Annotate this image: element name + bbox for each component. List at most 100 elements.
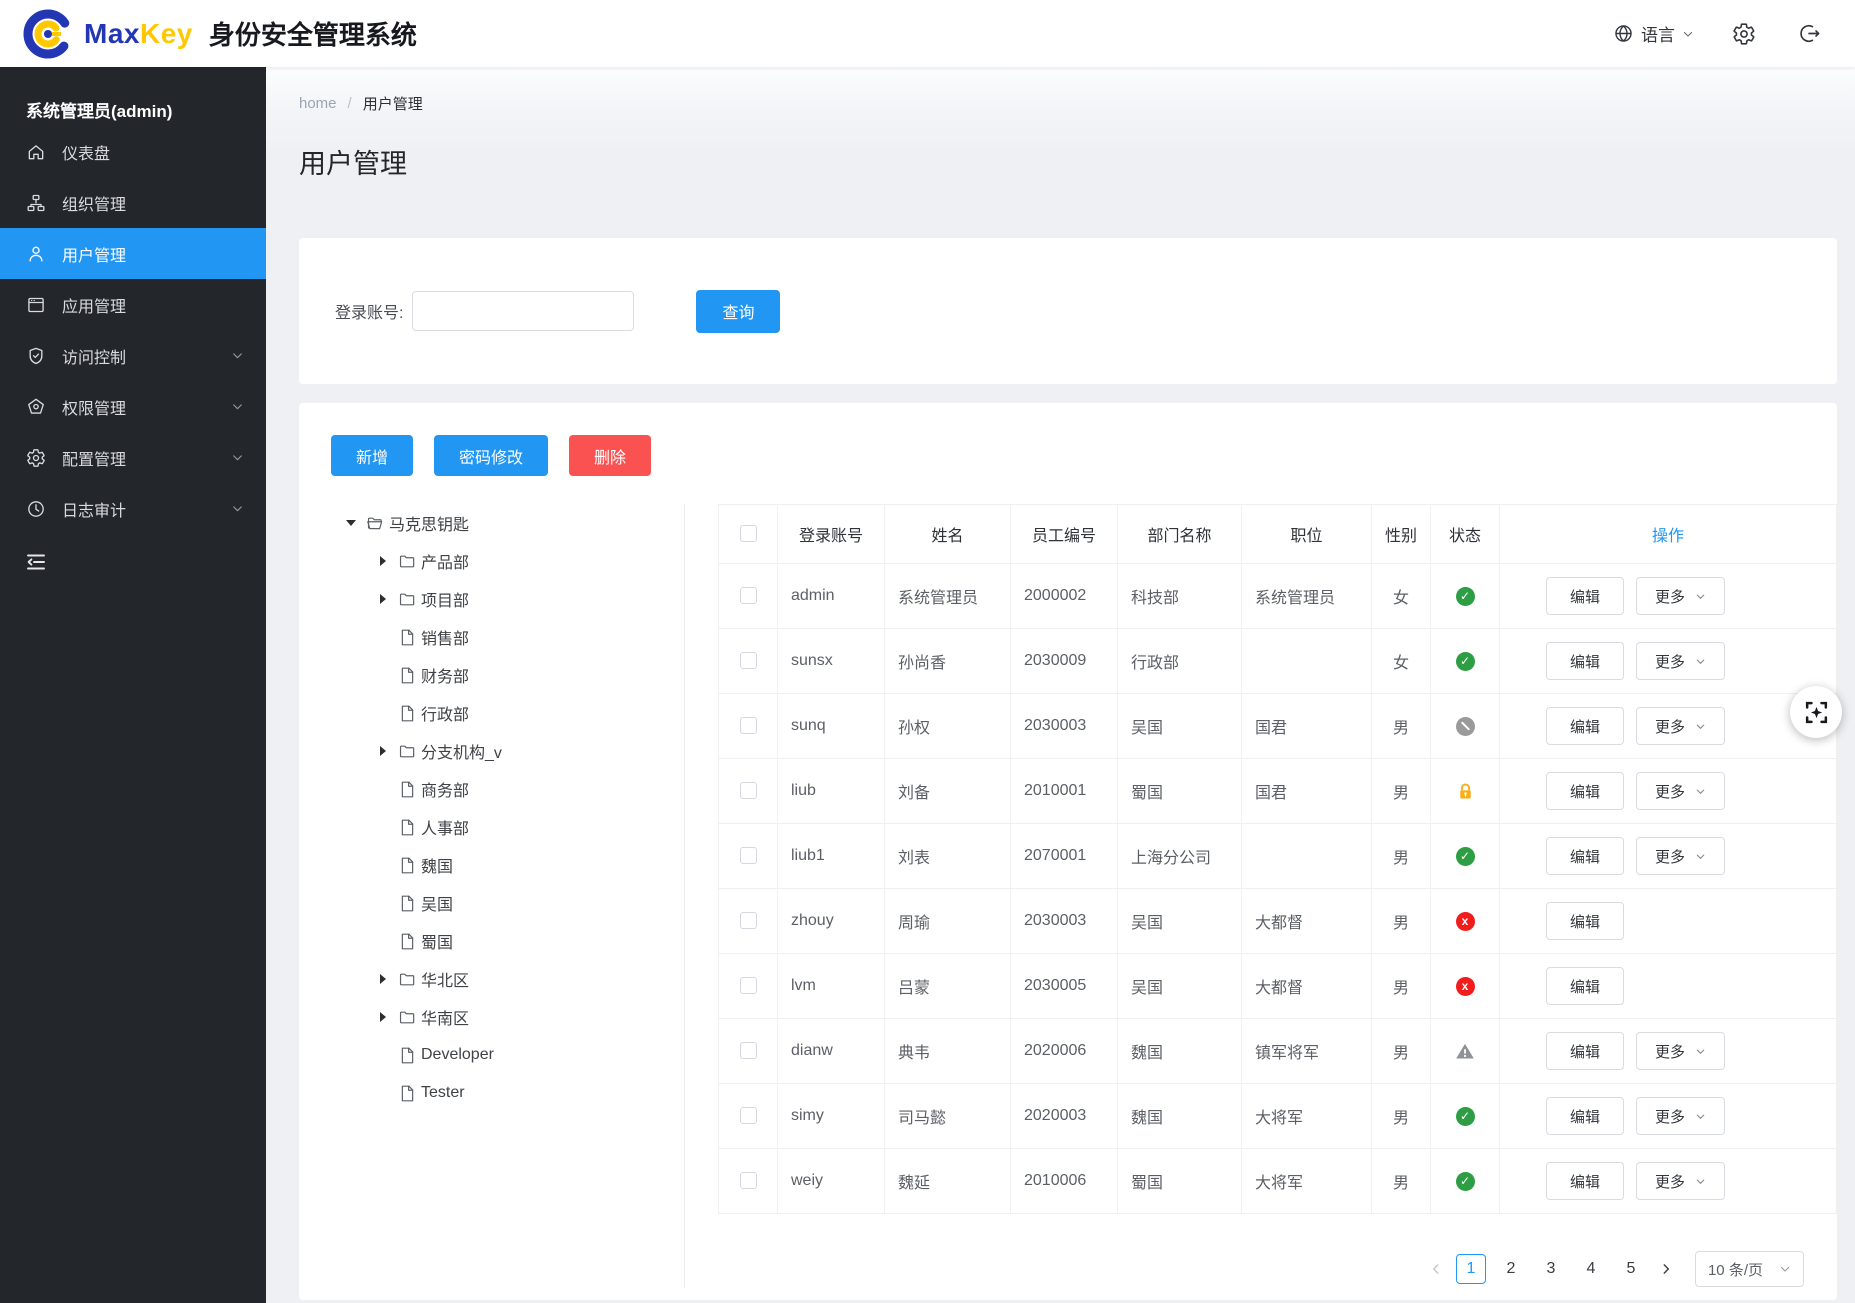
column-header-4: 部门名称 — [1118, 505, 1242, 564]
sidebar-item-apps[interactable]: 应用管理 — [0, 279, 266, 330]
logout-button[interactable] — [1794, 18, 1825, 49]
language-menu[interactable]: 语言 — [1613, 21, 1694, 46]
page-button-5[interactable]: 5 — [1616, 1254, 1646, 1284]
cell-department: 魏国 — [1118, 1084, 1242, 1149]
status-active-icon: ✓ — [1456, 847, 1475, 866]
sidebar-item-label: 日志审计 — [62, 497, 126, 521]
row-checkbox[interactable] — [740, 1172, 757, 1189]
cell-account: sunq — [778, 694, 885, 759]
sidebar-item-config[interactable]: 配置管理 — [0, 432, 266, 483]
tree-node[interactable]: 人事部 — [299, 808, 684, 846]
row-checkbox[interactable] — [740, 977, 757, 994]
sidebar-item-dashboard[interactable]: 仪表盘 — [0, 126, 266, 177]
row-checkbox[interactable] — [740, 847, 757, 864]
tree-node[interactable]: 马克思钥匙 — [299, 504, 684, 542]
search-panel: 登录账号: 查询 — [299, 238, 1837, 384]
status-deleted-icon: x — [1456, 977, 1475, 996]
edit-button[interactable]: 编辑 — [1546, 1097, 1624, 1135]
settings-button[interactable] — [1728, 18, 1760, 50]
sidebar-item-users[interactable]: 用户管理 — [0, 228, 266, 279]
row-checkbox[interactable] — [740, 782, 757, 799]
more-button[interactable]: 更多 — [1636, 1032, 1725, 1070]
edit-button[interactable]: 编辑 — [1546, 642, 1624, 680]
edit-button[interactable]: 编辑 — [1546, 967, 1624, 1005]
more-button[interactable]: 更多 — [1636, 772, 1725, 810]
tree-node[interactable]: 销售部 — [299, 618, 684, 656]
page-button-1[interactable]: 1 — [1456, 1254, 1486, 1284]
edit-button[interactable]: 编辑 — [1546, 1162, 1624, 1200]
table-area: 登录账号姓名员工编号部门名称职位性别状态操作 admin 系统管理员 20000… — [718, 504, 1837, 1288]
tree-node-label: 项目部 — [421, 587, 469, 611]
edit-button[interactable]: 编辑 — [1546, 837, 1624, 875]
page-button-2[interactable]: 2 — [1496, 1254, 1526, 1284]
edit-button[interactable]: 编辑 — [1546, 772, 1624, 810]
tree-node[interactable]: Developer — [299, 1036, 684, 1074]
tree-node[interactable]: 产品部 — [299, 542, 684, 580]
tree-node-label: 销售部 — [421, 625, 469, 649]
chevron-down-icon — [1695, 1176, 1706, 1187]
next-page-button[interactable] — [1651, 1262, 1681, 1276]
edit-button[interactable]: 编辑 — [1546, 1032, 1624, 1070]
tree-node[interactable]: Tester — [299, 1074, 684, 1112]
row-checkbox[interactable] — [740, 1107, 757, 1124]
more-button[interactable]: 更多 — [1636, 707, 1725, 745]
globe-icon — [1613, 23, 1634, 44]
edit-button[interactable]: 编辑 — [1546, 902, 1624, 940]
sidebar-item-permissions[interactable]: 权限管理 — [0, 381, 266, 432]
more-button[interactable]: 更多 — [1636, 837, 1725, 875]
file-icon — [398, 856, 417, 875]
cell-gender: 女 — [1372, 629, 1431, 694]
page-button-3[interactable]: 3 — [1536, 1254, 1566, 1284]
folder-icon — [398, 552, 417, 571]
row-checkbox[interactable] — [740, 1042, 757, 1059]
tree-node[interactable]: 行政部 — [299, 694, 684, 732]
edit-button[interactable]: 编辑 — [1546, 577, 1624, 615]
tree-node[interactable]: 财务部 — [299, 656, 684, 694]
page-button-4[interactable]: 4 — [1576, 1254, 1606, 1284]
tree-node[interactable]: 分支机构_v — [299, 732, 684, 770]
cell-gender: 男 — [1372, 1019, 1431, 1084]
app-header: MaxKey 身份安全管理系统 语言 — [0, 0, 1855, 67]
cell-position: 系统管理员 — [1242, 564, 1372, 629]
column-header-8[interactable]: 操作 — [1500, 505, 1837, 564]
sidebar-item-access-control[interactable]: 访问控制 — [0, 330, 266, 381]
pagination: 12345 10 条/页 — [718, 1250, 1804, 1288]
more-button[interactable]: 更多 — [1636, 577, 1725, 615]
tree-node[interactable]: 华北区 — [299, 960, 684, 998]
caret-right-icon — [380, 1012, 386, 1022]
collapse-sidebar-button[interactable] — [24, 550, 50, 574]
more-button[interactable]: 更多 — [1636, 1162, 1725, 1200]
cell-employee-id: 2030003 — [1011, 694, 1118, 759]
login-account-input[interactable] — [412, 291, 634, 331]
sidebar-item-audit[interactable]: 日志审计 — [0, 483, 266, 534]
floating-tool-button[interactable] — [1790, 686, 1842, 738]
row-checkbox[interactable] — [740, 652, 757, 669]
tree-node[interactable]: 项目部 — [299, 580, 684, 618]
change-password-button[interactable]: 密码修改 — [434, 435, 548, 476]
tree-node[interactable]: 蜀国 — [299, 922, 684, 960]
row-checkbox[interactable] — [740, 587, 757, 604]
row-checkbox[interactable] — [740, 717, 757, 734]
page-size-select[interactable]: 10 条/页 — [1695, 1251, 1804, 1287]
cell-account: zhouy — [778, 889, 885, 954]
sidebar-item-organizations[interactable]: 组织管理 — [0, 177, 266, 228]
add-button[interactable]: 新增 — [331, 435, 413, 476]
tree-node[interactable]: 魏国 — [299, 846, 684, 884]
tree-node[interactable]: 吴国 — [299, 884, 684, 922]
delete-button[interactable]: 删除 — [569, 435, 651, 476]
select-all-checkbox[interactable] — [740, 525, 757, 542]
tree-node[interactable]: 华南区 — [299, 998, 684, 1036]
more-button[interactable]: 更多 — [1636, 1097, 1725, 1135]
more-button[interactable]: 更多 — [1636, 642, 1725, 680]
app-logo[interactable]: MaxKey 身份安全管理系统 — [22, 8, 417, 60]
status-active-icon: ✓ — [1456, 587, 1475, 606]
edit-button[interactable]: 编辑 — [1546, 707, 1624, 745]
status-active-icon: ✓ — [1456, 1172, 1475, 1191]
breadcrumb-home[interactable]: home — [299, 95, 337, 112]
caret-right-icon — [380, 556, 386, 566]
row-checkbox[interactable] — [740, 912, 757, 929]
query-button[interactable]: 查询 — [696, 290, 780, 333]
prev-page-button[interactable] — [1421, 1262, 1451, 1276]
tree-node[interactable]: 商务部 — [299, 770, 684, 808]
table-row: liub1 刘表 2070001 上海分公司 男 ✓ 编辑更多 — [719, 824, 1837, 889]
